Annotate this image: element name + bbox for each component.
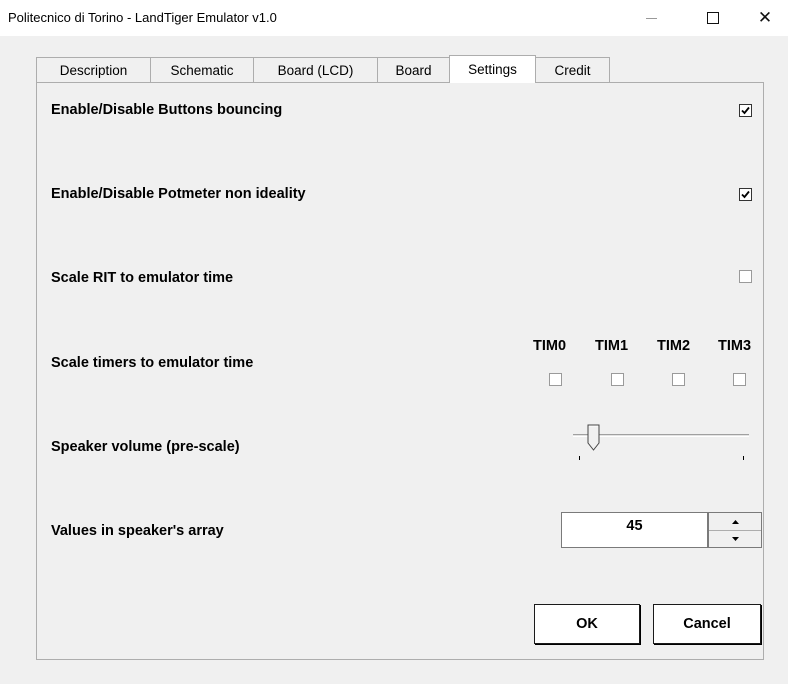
tim1-label: TIM1 (595, 338, 629, 354)
scale-rit-checkbox[interactable] (739, 270, 752, 283)
buttons-bouncing-label: Enable/Disable Buttons bouncing (51, 102, 283, 118)
spin-down-button[interactable] (709, 530, 761, 547)
scale-rit-label: Scale RIT to emulator time (51, 270, 234, 286)
tab-board[interactable]: Board (377, 57, 449, 83)
speaker-array-spinner (708, 512, 762, 548)
tim2-label: TIM2 (657, 338, 691, 354)
title-bar: Politecnico di Torino - LandTiger Emulat… (0, 0, 788, 36)
window-title: Politecnico di Torino - LandTiger Emulat… (8, 10, 277, 25)
scale-timers-label: Scale timers to emulator time (51, 355, 254, 371)
minimize-icon (645, 17, 657, 19)
tab-board-lcd[interactable]: Board (LCD) (253, 57, 377, 83)
check-icon (741, 106, 750, 115)
tim3-checkbox[interactable] (733, 373, 746, 386)
buttons-bouncing-checkbox[interactable] (739, 104, 752, 117)
tim0-checkbox[interactable] (549, 373, 562, 386)
potmeter-checkbox[interactable] (739, 188, 752, 201)
close-icon: ✕ (757, 7, 773, 28)
tim1-checkbox[interactable] (611, 373, 624, 386)
tim3-label: TIM3 (718, 338, 752, 354)
speaker-volume-label: Speaker volume (pre-scale) (51, 439, 240, 455)
speaker-volume-slider-thumb[interactable] (587, 424, 601, 452)
maximize-button[interactable] (690, 0, 736, 36)
slider-tick-max (743, 456, 744, 460)
tab-strip: Description Schematic Board (LCD) Board … (36, 55, 610, 83)
check-icon (741, 190, 750, 199)
slider-tick-min (579, 456, 580, 460)
ok-button[interactable]: OK (534, 604, 640, 644)
minimize-button[interactable] (628, 0, 674, 36)
caret-down-icon (731, 536, 739, 541)
spin-up-button[interactable] (709, 513, 761, 531)
speaker-array-label: Values in speaker's array (51, 523, 224, 539)
tab-description[interactable]: Description (36, 57, 150, 83)
tab-schematic[interactable]: Schematic (150, 57, 253, 83)
speaker-array-input[interactable]: 45 (561, 512, 708, 548)
settings-panel (36, 82, 764, 660)
caret-up-icon (731, 519, 739, 524)
tim0-label: TIM0 (533, 338, 567, 354)
potmeter-label: Enable/Disable Potmeter non ideality (51, 186, 306, 202)
tab-credit[interactable]: Credit (536, 57, 610, 83)
maximize-icon (707, 12, 719, 24)
close-button[interactable]: ✕ (742, 0, 788, 36)
tab-settings[interactable]: Settings (449, 55, 536, 83)
cancel-button[interactable]: Cancel (653, 604, 761, 644)
tim2-checkbox[interactable] (672, 373, 685, 386)
